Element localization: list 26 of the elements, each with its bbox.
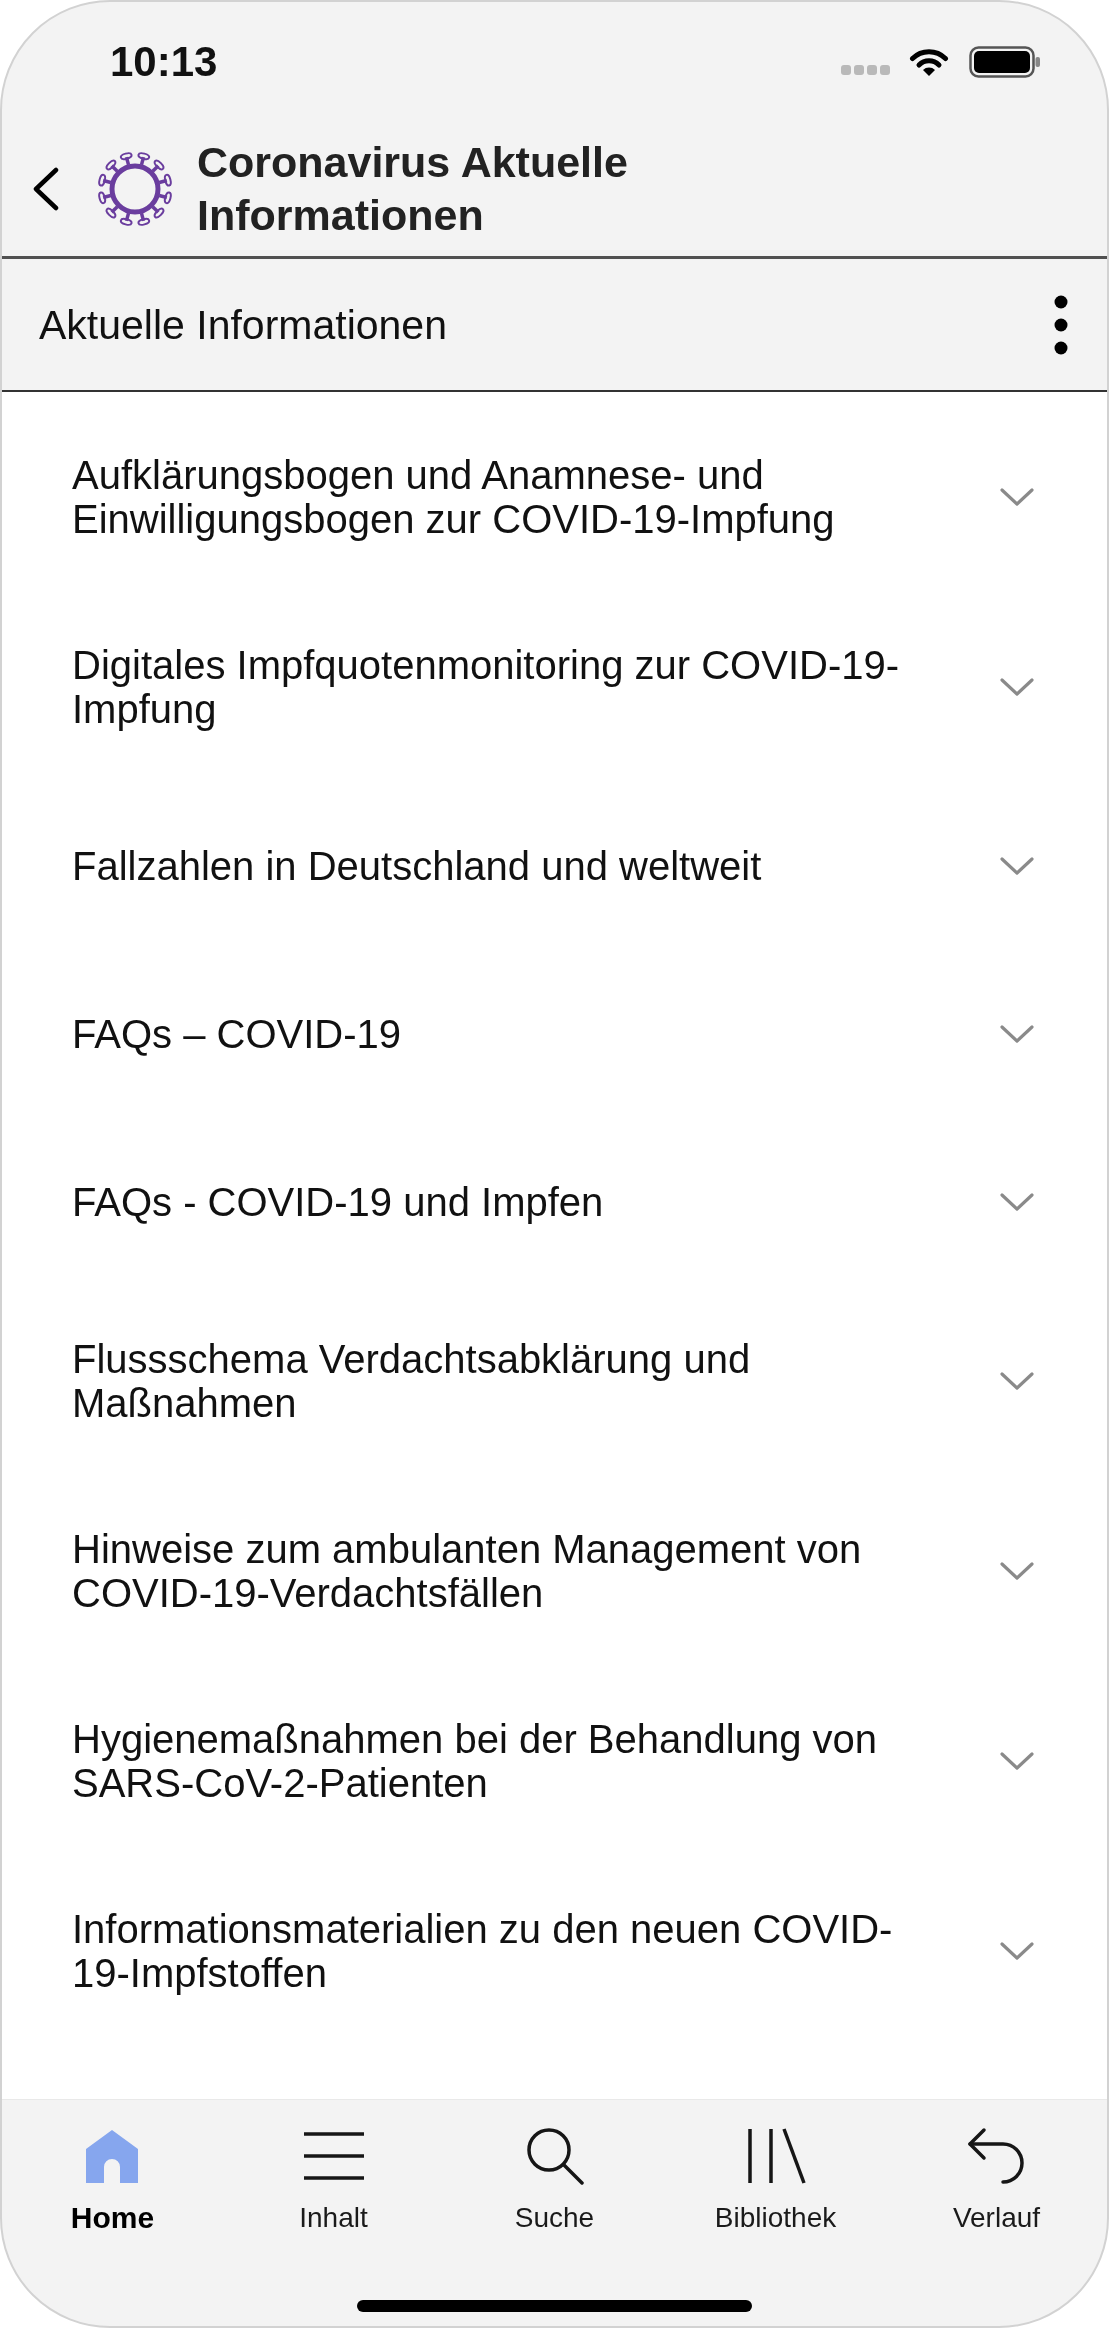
- chevron-left-icon: [31, 167, 59, 211]
- search-icon: [525, 2127, 584, 2185]
- history-tab[interactable]: Verlauf: [952, 2127, 1041, 2235]
- signal-icon: [841, 65, 891, 75]
- more-icon: [1054, 294, 1068, 355]
- contents-tab[interactable]: Inhalt: [299, 2127, 368, 2235]
- page-title: Coronavirus Aktuelle Informationen: [197, 137, 629, 241]
- accordion-item[interactable]: FAQs – COVID-19: [2, 950, 1107, 1118]
- accordion-item[interactable]: Hinweise zum ambulanten Management von COVID-19-Verdachtsfällen: [2, 1476, 1107, 1666]
- search-tab[interactable]: Suche: [514, 2127, 595, 2235]
- status-time: 10:13: [110, 41, 218, 83]
- accordion-item[interactable]: Digitales Impfquotenmonitoring zur COVID-19-Impfung: [2, 592, 1107, 782]
- accordion-item[interactable]: Hygienemaßnahmen bei der Behandlung von SARS-CoV-2-Patienten: [2, 1666, 1107, 1856]
- accordion-item[interactable]: Flussschema Verdachtsabklärung und Maßnahmen: [2, 1286, 1107, 1476]
- section-title: Aktuelle Informationen: [39, 300, 447, 349]
- accordion-item[interactable]: Aufklärungsbogen und Anamnese- und Einwilligungsbogen zur COVID-19-Impfung: [2, 402, 1107, 592]
- accordion-item[interactable]: Informationsmaterialien zu den neuen COVID-19-Impfstoffen: [2, 1856, 1107, 2046]
- wifi-icon: [909, 47, 949, 77]
- accordion-item[interactable]: Fallzahlen in Deutschland und weltweit: [2, 782, 1107, 950]
- battery-icon: [969, 46, 1041, 78]
- books-icon: [745, 2127, 806, 2185]
- library-tab[interactable]: Bibliothek: [714, 2127, 837, 2235]
- accordion-item[interactable]: FAQs - COVID-19 und Impfen: [2, 1118, 1107, 1286]
- menu-icon: [303, 2131, 364, 2181]
- home-tab[interactable]: Home: [70, 2127, 155, 2235]
- virus-icon: [95, 149, 175, 229]
